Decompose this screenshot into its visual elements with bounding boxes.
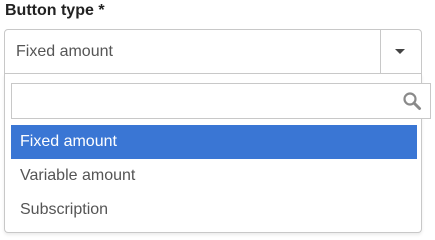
selected-value: Fixed amount xyxy=(16,43,113,60)
option-variable-amount[interactable]: Variable amount xyxy=(11,159,417,193)
search-input[interactable] xyxy=(11,83,431,119)
field-label: Button type * xyxy=(5,2,105,19)
caret-down-icon xyxy=(395,49,405,54)
dropdown-toggle[interactable] xyxy=(380,30,421,73)
option-fixed-amount[interactable]: Fixed amount xyxy=(11,125,417,159)
dropdown-panel: Fixed amount Variable amount Subscriptio… xyxy=(4,74,431,233)
search-icon xyxy=(402,91,422,111)
option-subscription[interactable]: Subscription xyxy=(11,193,417,227)
options-list: Fixed amount Variable amount Subscriptio… xyxy=(11,125,417,227)
button-type-select[interactable]: Fixed amount xyxy=(4,29,422,74)
